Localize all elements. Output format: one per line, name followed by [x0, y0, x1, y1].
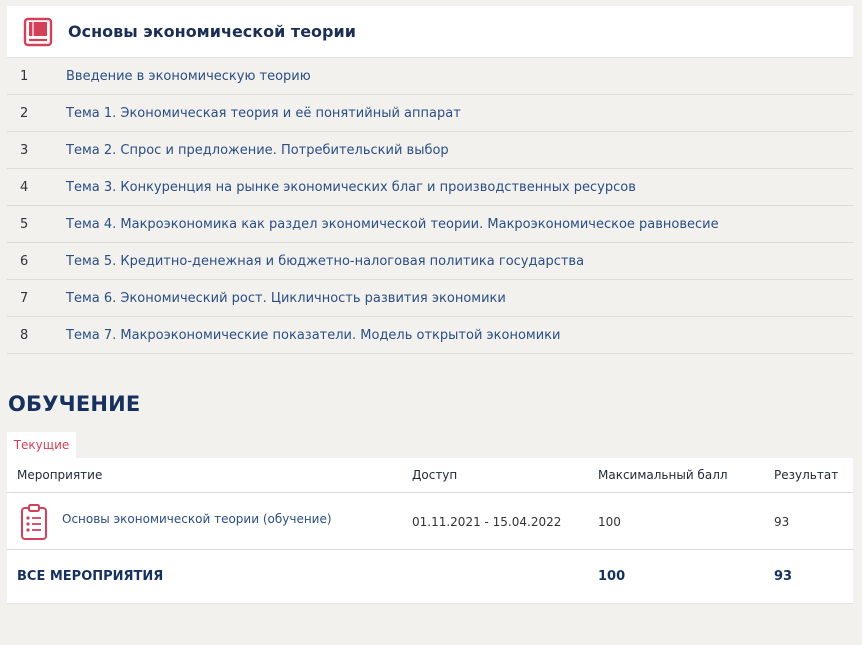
topic-link[interactable]: Тема 1. Экономическая теория и её поняти… — [66, 106, 461, 121]
total-label: ВСЕ МЕРОПРИЯТИЯ — [17, 569, 164, 584]
column-header-max-score: Максимальный балл — [598, 468, 728, 482]
total-max-score: 100 — [598, 569, 626, 584]
topic-link[interactable]: Введение в экономическую теорию — [66, 69, 311, 84]
topic-row: 2 Тема 1. Экономическая теория и её поня… — [7, 95, 853, 132]
topic-link[interactable]: Тема 3. Конкуренция на рынке экономическ… — [66, 180, 636, 195]
table-header: Мероприятие Доступ Максимальный балл Рез… — [7, 458, 853, 493]
tab-current[interactable]: Текущие — [7, 432, 76, 458]
topic-row: 6 Тема 5. Кредитно-денежная и бюджетно-н… — [7, 243, 853, 280]
column-header-access: Доступ — [412, 468, 458, 482]
topic-row: 3 Тема 2. Спрос и предложение. Потребите… — [7, 132, 853, 169]
topic-row: 5 Тема 4. Макроэкономика как раздел экон… — [7, 206, 853, 243]
total-result: 93 — [774, 569, 793, 584]
topic-row: 8 Тема 7. Макроэкономические показатели.… — [7, 317, 853, 354]
topic-row: 7 Тема 6. Экономический рост. Цикличност… — [7, 280, 853, 317]
clipboard-icon — [21, 504, 47, 540]
learning-section-title: ОБУЧЕНИЕ — [8, 392, 141, 416]
table-total-row: ВСЕ МЕРОПРИЯТИЯ 100 93 — [7, 550, 853, 604]
topic-link[interactable]: Тема 6. Экономический рост. Цикличность … — [66, 291, 506, 306]
topic-number: 7 — [20, 290, 29, 306]
course-title: Основы экономической теории — [68, 22, 356, 41]
column-header-result: Результат — [774, 468, 839, 482]
topic-row: 1 Введение в экономическую теорию — [7, 58, 853, 95]
events-table: Мероприятие Доступ Максимальный балл Рез… — [7, 458, 853, 604]
topic-number: 8 — [20, 327, 29, 343]
topic-link[interactable]: Тема 4. Макроэкономика как раздел эконом… — [66, 217, 719, 232]
topic-link[interactable]: Тема 2. Спрос и предложение. Потребитель… — [66, 143, 449, 158]
topic-number: 1 — [20, 68, 29, 84]
topic-link[interactable]: Тема 7. Макроэкономические показатели. М… — [66, 328, 560, 343]
event-result: 93 — [774, 515, 790, 529]
topic-list: 1 Введение в экономическую теорию 2 Тема… — [7, 58, 853, 354]
topic-link[interactable]: Тема 5. Кредитно-денежная и бюджетно-нал… — [66, 254, 584, 269]
book-icon — [23, 17, 53, 46]
event-access-dates: 01.11.2021 - 15.04.2022 — [412, 515, 562, 529]
topic-number: 2 — [20, 105, 29, 121]
column-header-event: Мероприятие — [17, 468, 103, 482]
event-max-score: 100 — [598, 515, 621, 529]
topic-row: 4 Тема 3. Конкуренция на рынке экономиче… — [7, 169, 853, 206]
event-link[interactable]: Основы экономической теории (обучение) — [62, 512, 332, 526]
topic-number: 6 — [20, 253, 29, 269]
topic-number: 4 — [20, 179, 29, 195]
course-header: Основы экономической теории — [7, 6, 853, 58]
topic-number: 3 — [20, 142, 29, 158]
table-row: Основы экономической теории (обучение) 0… — [7, 493, 853, 550]
topic-number: 5 — [20, 216, 29, 232]
